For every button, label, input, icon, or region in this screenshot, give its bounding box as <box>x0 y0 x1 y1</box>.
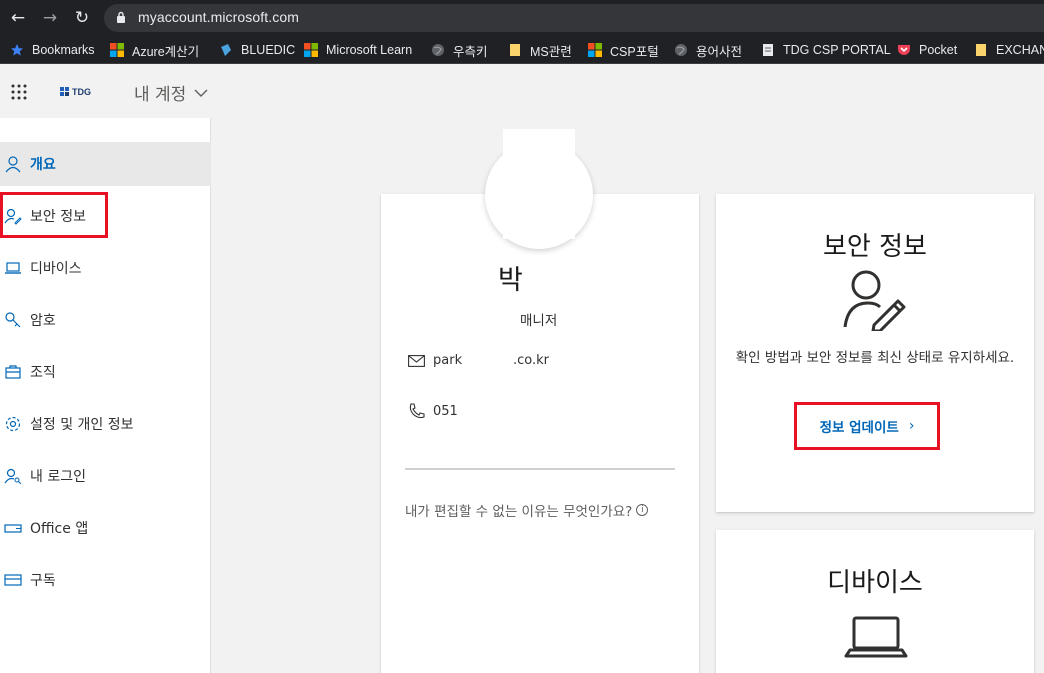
apps-icon <box>4 524 22 533</box>
tdg-logo[interactable]: TDG <box>60 86 91 98</box>
bookmark-item[interactable]: CSP포털 <box>588 41 659 59</box>
person-key-icon <box>4 468 22 485</box>
bookmark-label: Azure계산기 <box>132 44 200 59</box>
sidebar-item-organization[interactable]: 조직 <box>0 350 211 394</box>
bookmark-label: TDG CSP PORTAL <box>783 43 891 57</box>
app-launcher-icon[interactable] <box>10 83 28 101</box>
why-cant-edit-label: 내가 편집할 수 없는 이유는 무엇인가요? <box>405 504 633 520</box>
highlight-box <box>0 192 108 238</box>
sidebar-item-label: 조직 <box>30 365 56 381</box>
star-icon <box>11 44 23 56</box>
pocket-icon <box>898 45 910 55</box>
bookmark-item[interactable]: Azure계산기 <box>110 41 199 59</box>
sidebar-item-devices[interactable]: 디바이스 <box>0 246 211 290</box>
email-row: park <box>408 353 462 368</box>
bookmark-item[interactable]: 우측키 <box>431 41 488 59</box>
divider <box>405 468 675 470</box>
sidebar-item-office-apps[interactable]: Office 앱 <box>0 506 211 550</box>
folder-icon <box>510 44 520 56</box>
sidebar-item-label: 암호 <box>30 313 56 329</box>
sidebar-item-label: 설정 및 개인 정보 <box>30 417 134 433</box>
sidebar-item-overview[interactable]: 개요 <box>0 142 211 186</box>
info-icon: i <box>636 504 649 516</box>
address-bar[interactable]: myaccount.microsoft.com <box>104 4 1044 32</box>
laptop-icon <box>844 616 908 658</box>
gear-icon <box>5 416 21 432</box>
back-icon[interactable]: ← <box>8 8 28 28</box>
bookmark-item[interactable]: BLUEDIC <box>219 41 295 59</box>
mail-icon <box>408 354 425 367</box>
microsoft-logo-icon <box>588 43 602 57</box>
bookmark-item[interactable]: EXCHAN <box>974 41 1044 59</box>
bookmark-item[interactable]: MS관련 <box>508 41 572 59</box>
email-prefix: park <box>433 353 463 368</box>
sidebar-item-label: Office 앱 <box>30 521 89 537</box>
bookmarks-bar: Bookmarks Azure계산기 BLUEDIC Microsoft Lea… <box>0 36 1044 64</box>
forward-icon[interactable]: → <box>40 8 60 28</box>
card-icon <box>4 574 22 586</box>
phone-icon <box>409 403 425 419</box>
bookmark-label: CSP포털 <box>610 44 659 59</box>
account-menu[interactable]: 내 계정 <box>134 80 208 105</box>
sidebar-item-subscriptions[interactable]: 구독 <box>0 558 211 602</box>
sidebar-item-password[interactable]: 암호 <box>0 298 211 342</box>
person-pen-icon <box>843 270 906 331</box>
sidebar-item-my-signins[interactable]: 내 로그인 <box>0 454 211 498</box>
folder-icon <box>976 44 986 56</box>
tdg-logo-mark-icon <box>60 87 69 96</box>
globe-icon <box>432 44 444 56</box>
bluedic-icon <box>221 44 231 56</box>
bookmark-label: Pocket <box>919 43 958 57</box>
app-header: TDG 내 계정 <box>0 64 1044 118</box>
bookmark-label: EXCHAN <box>996 43 1044 57</box>
bookmark-item[interactable]: TDG CSP PORTAL <box>761 41 891 59</box>
security-card-title: 보안 정보 <box>823 232 927 262</box>
sidebar-item-settings-privacy[interactable]: 설정 및 개인 정보 <box>0 402 211 446</box>
bookmark-label: MS관련 <box>530 44 572 59</box>
update-info-link[interactable]: 정보 업데이트 › <box>794 402 940 450</box>
globe-icon <box>675 44 687 56</box>
person-icon <box>5 156 21 173</box>
update-info-label: 정보 업데이트 <box>819 420 899 436</box>
bookmark-label: 용어사전 <box>696 44 743 59</box>
logo-text: TDG <box>72 87 91 97</box>
briefcase-icon <box>5 365 21 379</box>
bookmark-item[interactable]: 용어사전 <box>674 41 742 59</box>
sidebar-item-label: 디바이스 <box>30 261 82 277</box>
bookmark-item[interactable]: Microsoft Learn <box>304 41 412 59</box>
browser-toolbar: ← → ↻ myaccount.microsoft.com <box>0 0 1044 36</box>
microsoft-logo-icon <box>304 43 318 57</box>
microsoft-logo-icon <box>110 43 124 57</box>
bookmark-label: BLUEDIC <box>241 43 296 57</box>
email-suffix: .co.kr <box>513 353 550 368</box>
bookmark-label: Bookmarks <box>32 43 95 57</box>
sidebar-item-label: 내 로그인 <box>30 469 86 485</box>
document-icon <box>763 44 773 56</box>
page-title: 내 계정 <box>134 85 187 105</box>
profile-name: 박 <box>498 265 523 296</box>
profile-role: 매니저 <box>520 313 558 329</box>
bookmark-item[interactable]: Bookmarks <box>10 41 95 59</box>
phone-number: 051 <box>433 404 458 419</box>
bookmark-label: 우측키 <box>453 44 488 59</box>
url-text: myaccount.microsoft.com <box>138 9 300 25</box>
sidebar-item-label: 구독 <box>30 573 56 589</box>
laptop-icon <box>5 262 21 274</box>
chevron-right-icon: › <box>908 418 915 434</box>
devices-card-title: 디바이스 <box>827 568 923 598</box>
security-card-description: 확인 방법과 보안 정보를 최신 상태로 유지하세요. <box>735 350 1015 366</box>
avatar-redaction <box>503 129 575 239</box>
bookmark-item[interactable]: Pocket <box>897 41 957 59</box>
profile-card <box>381 194 699 673</box>
why-cant-edit-link[interactable]: 내가 편집할 수 없는 이유는 무엇인가요? i <box>405 500 649 520</box>
phone-row: 051 <box>408 403 458 420</box>
lock-icon <box>117 11 125 23</box>
reload-icon[interactable]: ↻ <box>72 8 92 28</box>
bookmark-label: Microsoft Learn <box>326 43 413 57</box>
chevron-down-icon <box>194 89 208 97</box>
key-icon <box>5 312 21 328</box>
sidebar-item-label: 개요 <box>30 157 56 173</box>
